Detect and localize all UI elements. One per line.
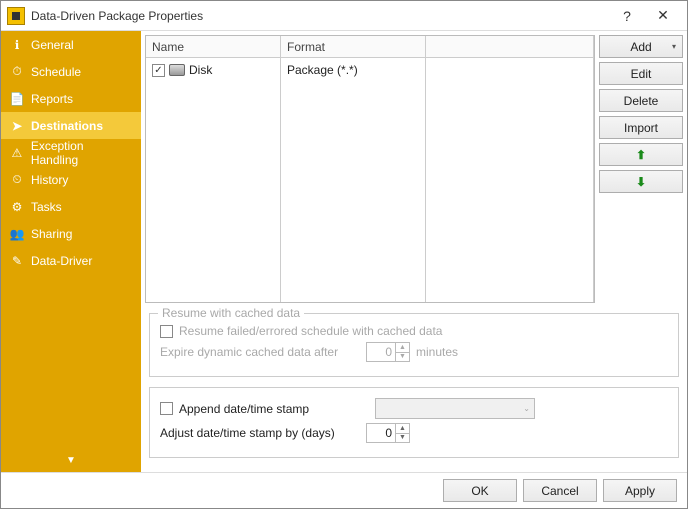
apply-button[interactable]: Apply xyxy=(603,479,677,502)
sidebar-item-label: Sharing xyxy=(31,227,72,241)
sidebar-item-reports[interactable]: 📄 Reports xyxy=(1,85,141,112)
apply-label: Apply xyxy=(625,484,655,498)
arrow-down-icon: ⬇ xyxy=(636,175,646,189)
cancel-label: Cancel xyxy=(541,484,578,498)
destinations-grid: Name Format ✓ Disk xyxy=(145,35,595,303)
delete-label: Delete xyxy=(624,94,659,108)
sidebar-item-exception[interactable]: ⚠ Exception Handling xyxy=(1,139,141,166)
import-button[interactable]: Import xyxy=(599,116,683,139)
sidebar: ℹ General ⏱ Schedule 📄 Reports ➤ Destination… xyxy=(1,31,141,472)
sidebar-item-history[interactable]: ⏲ History xyxy=(1,166,141,193)
titlebar: Data-Driven Package Properties ? ✕ xyxy=(1,1,687,31)
expire-label: Expire dynamic cached data after xyxy=(160,345,360,359)
info-icon: ℹ xyxy=(9,37,25,53)
append-stamp-checkbox[interactable] xyxy=(160,402,173,415)
import-label: Import xyxy=(624,121,658,135)
row-format-cell: Package (*.*) xyxy=(281,58,425,82)
adjust-stamp-label: Adjust date/time stamp by (days) xyxy=(160,426,360,440)
sidebar-item-destinations[interactable]: ➤ Destinations xyxy=(1,112,141,139)
sidebar-item-label: Reports xyxy=(31,92,73,106)
spin-up-icon: ▲ xyxy=(396,343,409,353)
sidebar-item-label: Schedule xyxy=(31,65,81,79)
sidebar-item-sharing[interactable]: 👥 Sharing xyxy=(1,220,141,247)
edit-label: Edit xyxy=(631,67,652,81)
disk-icon xyxy=(169,64,185,76)
cancel-button[interactable]: Cancel xyxy=(523,479,597,502)
sidebar-item-label: Tasks xyxy=(31,200,62,214)
resume-fieldset: Resume with cached data Resume failed/er… xyxy=(149,313,679,377)
adjust-spinner[interactable]: ▲▼ xyxy=(366,423,410,443)
sidebar-item-schedule[interactable]: ⏱ Schedule xyxy=(1,58,141,85)
append-stamp-label: Append date/time stamp xyxy=(179,402,369,416)
sidebar-item-general[interactable]: ℹ General xyxy=(1,31,141,58)
chevron-down-icon[interactable]: ▼ xyxy=(66,455,76,466)
resume-legend: Resume with cached data xyxy=(158,306,304,320)
sidebar-item-label: Exception Handling xyxy=(31,139,133,167)
window-title: Data-Driven Package Properties xyxy=(31,9,609,23)
expire-unit: minutes xyxy=(416,345,458,359)
spin-down-icon: ▼ xyxy=(396,353,409,362)
history-icon: ⏲ xyxy=(9,172,25,188)
chevron-down-icon: ▾ xyxy=(672,42,676,51)
app-icon xyxy=(7,7,25,25)
move-down-button[interactable]: ⬇ xyxy=(599,170,683,193)
expire-spinner: ▲▼ xyxy=(366,342,410,362)
clock-icon: ⏱ xyxy=(9,64,25,80)
arrow-right-icon: ➤ xyxy=(9,118,25,134)
column-header-name[interactable]: Name xyxy=(146,36,281,57)
add-label: Add xyxy=(630,40,651,54)
pencil-icon: ✎ xyxy=(9,253,25,269)
table-row[interactable]: ✓ Disk xyxy=(146,58,280,82)
resume-failed-label: Resume failed/errored schedule with cach… xyxy=(179,324,442,338)
resume-failed-checkbox xyxy=(160,325,173,338)
row-format: Package (*.*) xyxy=(287,63,358,77)
sidebar-item-label: Destinations xyxy=(31,119,103,133)
column-header-extra xyxy=(426,36,594,57)
grid-header: Name Format xyxy=(146,36,594,58)
row-name: Disk xyxy=(189,63,212,77)
arrow-up-icon: ⬆ xyxy=(636,148,646,162)
sidebar-item-tasks[interactable]: ⚙ Tasks xyxy=(1,193,141,220)
spin-up-icon[interactable]: ▲ xyxy=(396,424,409,434)
column-header-format[interactable]: Format xyxy=(281,36,426,57)
sidebar-item-label: History xyxy=(31,173,68,187)
warning-icon: ⚠ xyxy=(9,145,25,161)
row-checkbox[interactable]: ✓ xyxy=(152,64,165,77)
move-up-button[interactable]: ⬆ xyxy=(599,143,683,166)
delete-button[interactable]: Delete xyxy=(599,89,683,112)
stamp-fieldset: Append date/time stamp ⌄ Adjust date/tim… xyxy=(149,387,679,458)
close-button[interactable]: ✕ xyxy=(645,1,681,31)
spin-down-icon[interactable]: ▼ xyxy=(396,434,409,443)
sidebar-item-label: General xyxy=(31,38,74,52)
edit-button[interactable]: Edit xyxy=(599,62,683,85)
ok-button[interactable]: OK xyxy=(443,479,517,502)
add-button[interactable]: Add ▾ xyxy=(599,35,683,58)
expire-value xyxy=(367,343,395,361)
adjust-value[interactable] xyxy=(367,424,395,442)
dialog-footer: OK Cancel Apply xyxy=(1,472,687,508)
help-button[interactable]: ? xyxy=(609,1,645,31)
sidebar-item-datadriver[interactable]: ✎ Data-Driver xyxy=(1,247,141,274)
gear-icon: ⚙ xyxy=(9,199,25,215)
chevron-down-icon: ⌄ xyxy=(523,404,530,413)
document-icon: 📄 xyxy=(9,91,25,107)
sidebar-item-label: Data-Driver xyxy=(31,254,92,268)
ok-label: OK xyxy=(471,484,488,498)
stamp-format-combo: ⌄ xyxy=(375,398,535,419)
people-icon: 👥 xyxy=(9,226,25,242)
